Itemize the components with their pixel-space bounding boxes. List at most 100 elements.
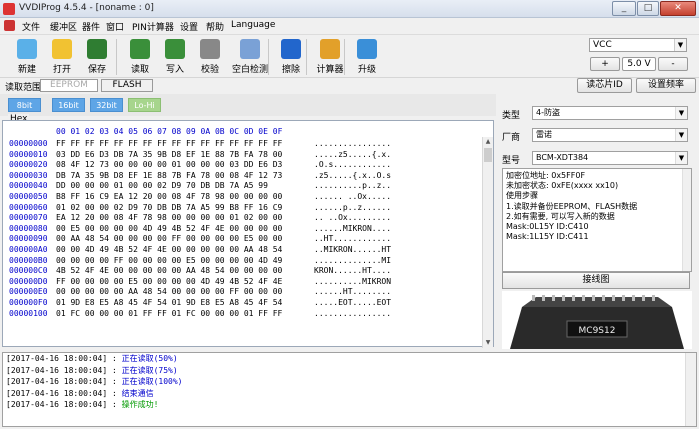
hex-row[interactable]: 00000040 DD 00 00 00 01 00 00 02 D9 70 DB… [3, 181, 481, 192]
hex-bytes: 4B 52 4F 4E 00 00 00 00 00 AA 48 54 00 0… [56, 266, 283, 276]
tab-flash[interactable]: FLASH [101, 79, 153, 92]
info-scrollbar[interactable] [682, 169, 691, 271]
brand-select[interactable]: 雷诺 ▼ [532, 128, 688, 142]
hex-row[interactable]: 00000010 03 DD E6 D3 DB 7A 35 9B D8 EF 1E… [3, 150, 481, 161]
hex-address: 000000C0 [9, 266, 48, 276]
hex-row[interactable]: 000000F0 01 9D E8 E5 A8 45 4F 54 01 9D E8… [3, 298, 481, 309]
hex-row[interactable]: 00000000 FF FF FF FF FF FF FF FF FF FF FF… [3, 139, 481, 150]
model-select[interactable]: BCM-XDT384 ▼ [532, 151, 688, 165]
hex-ascii: ..HT............ [314, 234, 392, 244]
hex-address: 000000F0 [9, 297, 48, 307]
hex-row[interactable]: 000000E0 00 00 00 00 00 AA 48 54 00 00 00… [3, 287, 481, 298]
hex-bytes: B8 FF 16 C9 EA 12 20 00 08 4F 78 98 00 0… [56, 191, 283, 201]
hex-row[interactable]: 00000060 01 02 00 00 02 D9 70 DB DB 7A A5… [3, 203, 481, 214]
menu-item[interactable]: 文件 [22, 20, 40, 33]
hex-row[interactable]: 00000070 EA 12 20 00 08 4F 78 98 00 00 00… [3, 213, 481, 224]
log-message: 操作成功! [121, 400, 159, 410]
hex-scrollbar[interactable]: ▲ ▼ [482, 137, 493, 348]
hex-address: 00000020 [9, 160, 48, 170]
hex-address: 00000050 [9, 191, 48, 201]
chip-label: MC9S12 [579, 326, 616, 336]
hex-address: 00000090 [9, 234, 48, 244]
hex-row[interactable]: 000000C0 4B 52 4F 4E 00 00 00 00 00 AA 48… [3, 266, 481, 277]
toolbar-button[interactable]: 空白检测 [230, 37, 270, 77]
hex-row[interactable]: 000000D0 FF 00 00 00 00 E5 00 00 00 00 4D… [3, 277, 481, 288]
chevron-down-icon: ▼ [675, 107, 687, 119]
hex-address: 000000A0 [9, 244, 48, 254]
toolbar-button[interactable]: 打开 [45, 37, 79, 77]
menu-item[interactable]: 缓冲区 [50, 20, 77, 33]
verify-icon [200, 39, 220, 59]
maximize-button[interactable]: □ [637, 1, 659, 16]
log-scrollbar[interactable] [685, 353, 696, 426]
hex-address: 00000000 [9, 139, 48, 148]
close-button[interactable]: ✕ [660, 1, 696, 16]
type-select[interactable]: 4-防盗 ▼ [532, 106, 688, 120]
menu-item[interactable]: 器件 [82, 20, 100, 33]
hex-row[interactable]: 00000090 00 AA 48 54 00 00 00 00 FF 00 00… [3, 234, 481, 245]
hex-ascii: .....z5.....{.x. [314, 149, 392, 159]
toolbar-button-label: 计算器 [316, 65, 344, 75]
log-timestamp: [2017-04-16 18:00:04] : [6, 354, 122, 363]
read-chip-id-button[interactable]: 读芯片ID [577, 78, 632, 93]
save-icon [87, 39, 107, 59]
wiring-diagram-button[interactable]: 接线图 [502, 272, 690, 289]
voltage-value: 5.0 V [622, 57, 656, 71]
hex-ascii: .....EOT.....EOT [314, 297, 392, 307]
read-chip-icon [130, 39, 150, 59]
scroll-thumb[interactable] [484, 148, 492, 162]
hex-row[interactable]: 00000030 DB 7A 35 9B D8 EF 1E 88 7B FA 78… [3, 171, 481, 182]
app-menu-icon[interactable] [4, 20, 15, 31]
toolbar-button[interactable]: 读取 [123, 37, 157, 77]
voltage-minus-button[interactable]: - [658, 57, 688, 71]
hex-address: 00000060 [9, 202, 48, 212]
hex-row[interactable]: 00000050 B8 FF 16 C9 EA 12 20 00 08 4F 78… [3, 192, 481, 203]
bit-mode-button[interactable]: 8bit [8, 98, 41, 112]
type-label: 类型 [502, 111, 521, 121]
log-line: [2017-04-16 18:00:04] : 正在读取(50%) [3, 353, 696, 365]
hex-address: 00000070 [9, 213, 48, 223]
hex-row[interactable]: 000000B0 00 00 00 00 FF 00 00 00 00 E5 00… [3, 256, 481, 267]
bit-mode-button[interactable]: Lo-Hi [128, 98, 161, 112]
power-select[interactable]: VCC ▼ [589, 38, 687, 52]
log-line: [2017-04-16 18:00:04] : 操作成功! [3, 399, 696, 411]
hex-bytes: DD 00 00 00 01 00 00 02 D9 70 DB DB 7A A… [56, 181, 268, 191]
bit-mode-button[interactable]: 16bit [52, 98, 85, 112]
hex-rows: 00000000 FF FF FF FF FF FF FF FF FF FF FF… [3, 139, 481, 346]
toolbar-button[interactable]: 校验 [193, 37, 227, 77]
bit-mode-bar: 8bit 16bit 32bit Lo-Hi [0, 94, 496, 116]
hex-row[interactable]: 00000080 00 E5 00 00 00 00 4D 49 4B 52 4F… [3, 224, 481, 235]
bit-mode-button[interactable]: 32bit [90, 98, 123, 112]
toolbar-button[interactable]: 保存 [80, 37, 114, 77]
hex-editor[interactable]: 00 01 02 03 04 05 06 07 08 09 0A 0B 0C 0D 0E 0F 0000000… [2, 120, 494, 348]
menu-item[interactable]: 窗口 [106, 20, 124, 33]
menu-item[interactable]: 设置 [180, 20, 198, 33]
info-line: Mask:0L15Y ID:C410 [506, 222, 589, 232]
hex-row[interactable]: 00000100 01 FC 00 00 00 01 FF FF 01 FC 00… [3, 309, 481, 320]
voltage-plus-button[interactable]: + [590, 57, 620, 71]
toolbar-button[interactable]: 计算器 [313, 37, 347, 77]
tab-eeprom[interactable]: EEPROM [40, 79, 98, 92]
hex-bytes: 08 4F 12 73 00 00 00 00 01 00 00 00 03 D… [56, 160, 283, 170]
minimize-button[interactable]: _ [612, 1, 636, 16]
toolbar-button[interactable]: 新建 [10, 37, 44, 77]
menu-item[interactable]: PIN计算器 [132, 20, 174, 33]
hex-bytes: 01 02 00 00 02 D9 70 DB DB 7A A5 99 B8 F… [56, 202, 283, 212]
set-frequency-button[interactable]: 设置频率 [636, 78, 696, 93]
hex-row[interactable]: 00000020 08 4F 12 73 00 00 00 00 01 00 00… [3, 160, 481, 171]
toolbar-button[interactable]: 写入 [158, 37, 192, 77]
hex-column-label: 0F [272, 127, 283, 136]
chevron-down-icon: ▼ [675, 152, 687, 164]
toolbar-button[interactable]: 擦除 [274, 37, 308, 77]
menu-item[interactable]: 帮助 [206, 20, 224, 33]
hex-row[interactable]: 000000A0 00 00 4D 49 4B 52 4F 4E 00 00 00… [3, 245, 481, 256]
scroll-down-icon[interactable]: ▼ [483, 338, 493, 348]
menu-item[interactable]: Language [231, 20, 275, 30]
blank-check-icon [240, 39, 260, 59]
hex-ascii: ..............MI [314, 255, 392, 265]
new-file-icon [17, 39, 37, 59]
scroll-up-icon[interactable]: ▲ [483, 137, 493, 147]
toolbar-button-label: 校验 [200, 65, 219, 75]
toolbar-button-label: 新建 [17, 65, 36, 75]
toolbar-button[interactable]: 升级 [350, 37, 384, 77]
